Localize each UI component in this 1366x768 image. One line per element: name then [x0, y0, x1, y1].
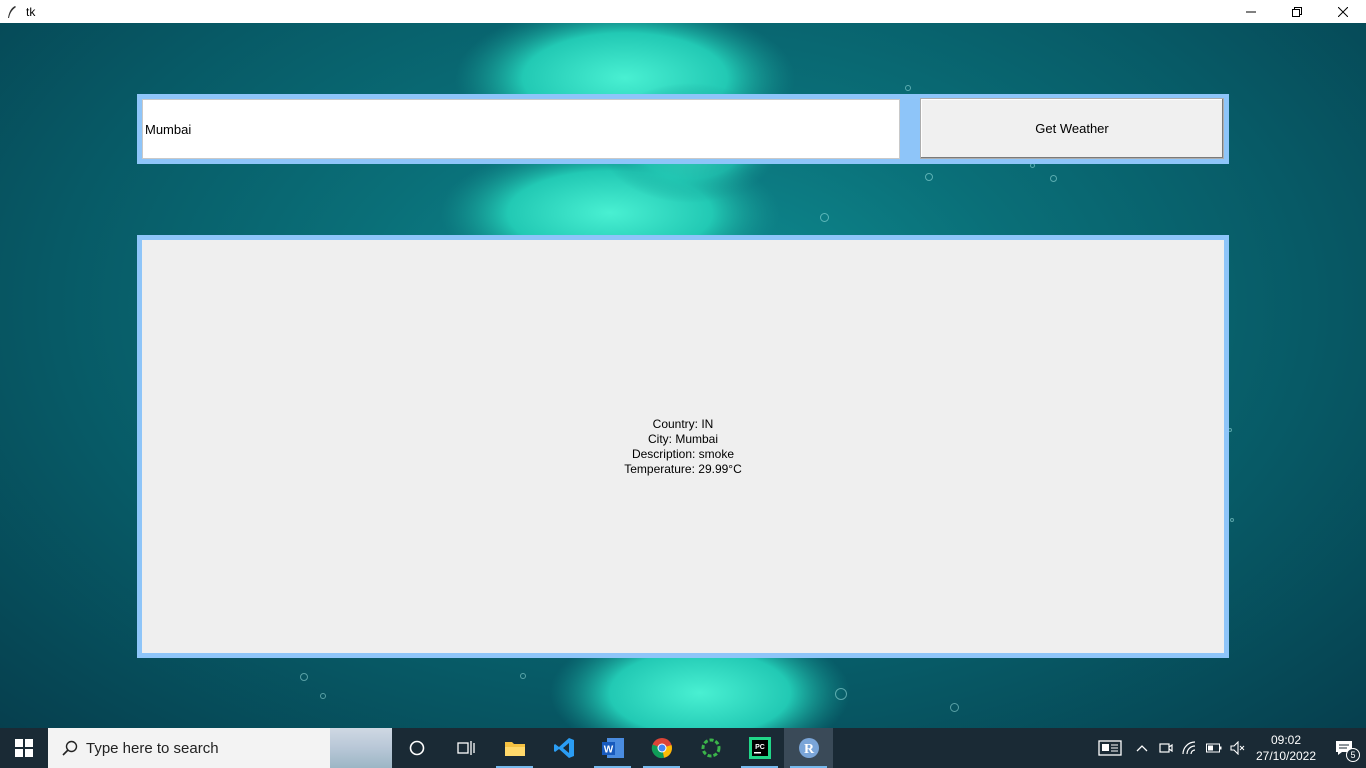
news-icon: [1098, 740, 1122, 756]
svg-text:PC: PC: [755, 744, 765, 751]
temperature-line: Temperature: 29.99°C: [624, 461, 742, 476]
battery-button[interactable]: [1202, 728, 1226, 768]
taskbar-search[interactable]: Type here to search: [48, 728, 392, 768]
windows-logo-icon: [15, 739, 33, 757]
clock-time: 09:02: [1270, 733, 1302, 747]
minimize-icon: [1246, 11, 1256, 12]
meet-now-button[interactable]: [1154, 728, 1178, 768]
search-placeholder: Type here to search: [86, 739, 219, 757]
result-frame: Country: IN City: Mumbai Description: sm…: [137, 235, 1229, 658]
svg-text:W: W: [603, 745, 613, 756]
file-explorer-icon: [504, 742, 525, 756]
tk-feather-icon: [8, 5, 16, 18]
wifi-icon: [1182, 741, 1196, 755]
spinner-app-icon: [701, 738, 720, 758]
chrome-button[interactable]: [637, 728, 686, 768]
search-icon: [62, 740, 78, 756]
camera-icon: [1159, 743, 1173, 753]
cortana-icon: [409, 740, 424, 756]
network-button[interactable]: [1178, 728, 1202, 768]
notification-count: 5: [1346, 748, 1360, 762]
svg-text:R: R: [803, 742, 814, 757]
r-button[interactable]: R: [784, 728, 833, 768]
window-titlebar: tk: [0, 0, 1366, 23]
system-tray: 09:02 27/10/2022 5: [1090, 728, 1366, 768]
restore-icon: [1292, 6, 1302, 17]
description-line: Description: smoke: [631, 446, 735, 461]
action-center-button[interactable]: 5: [1322, 728, 1366, 768]
task-view-icon: [456, 741, 475, 755]
minimize-button[interactable]: [1228, 0, 1274, 23]
city-input[interactable]: Mumbai: [142, 99, 900, 159]
word-icon: W: [601, 738, 624, 758]
spinner-app-button[interactable]: [686, 728, 735, 768]
battery-icon: [1206, 743, 1222, 753]
file-explorer-button[interactable]: [490, 728, 539, 768]
chrome-icon: [651, 738, 672, 759]
close-icon: [1338, 6, 1348, 17]
volume-muted-icon: [1230, 741, 1245, 755]
taskbar: Type here to search W PC R 09:02 27/10/2…: [0, 728, 1366, 768]
close-button[interactable]: [1320, 0, 1366, 23]
show-hidden-icons-button[interactable]: [1130, 728, 1154, 768]
r-icon: R: [798, 738, 819, 758]
input-frame: Mumbai Get Weather: [137, 94, 1229, 164]
restore-button[interactable]: [1274, 0, 1320, 23]
weather-result-text: Country: IN City: Mumbai Description: sm…: [624, 417, 742, 477]
chevron-up-icon: [1136, 745, 1148, 752]
start-button[interactable]: [0, 728, 48, 768]
pycharm-icon: PC: [748, 737, 771, 759]
search-highlight-image: [330, 728, 392, 768]
clock-date: 27/10/2022: [1255, 749, 1317, 763]
volume-button[interactable]: [1226, 728, 1250, 768]
task-view-button[interactable]: [441, 728, 490, 768]
clock[interactable]: 09:02 27/10/2022: [1250, 732, 1322, 764]
get-weather-button[interactable]: Get Weather: [920, 98, 1224, 159]
news-widget-button[interactable]: [1090, 728, 1130, 768]
weather-result-panel: Country: IN City: Mumbai Description: sm…: [142, 240, 1224, 653]
country-line: Country: IN: [652, 416, 714, 431]
window-title: tk: [26, 4, 36, 19]
vscode-button[interactable]: [539, 728, 588, 768]
vscode-icon: [553, 738, 574, 758]
cortana-button[interactable]: [392, 728, 441, 768]
word-button[interactable]: W: [588, 728, 637, 768]
city-line: City: Mumbai: [647, 431, 718, 446]
pycharm-button[interactable]: PC: [735, 728, 784, 768]
